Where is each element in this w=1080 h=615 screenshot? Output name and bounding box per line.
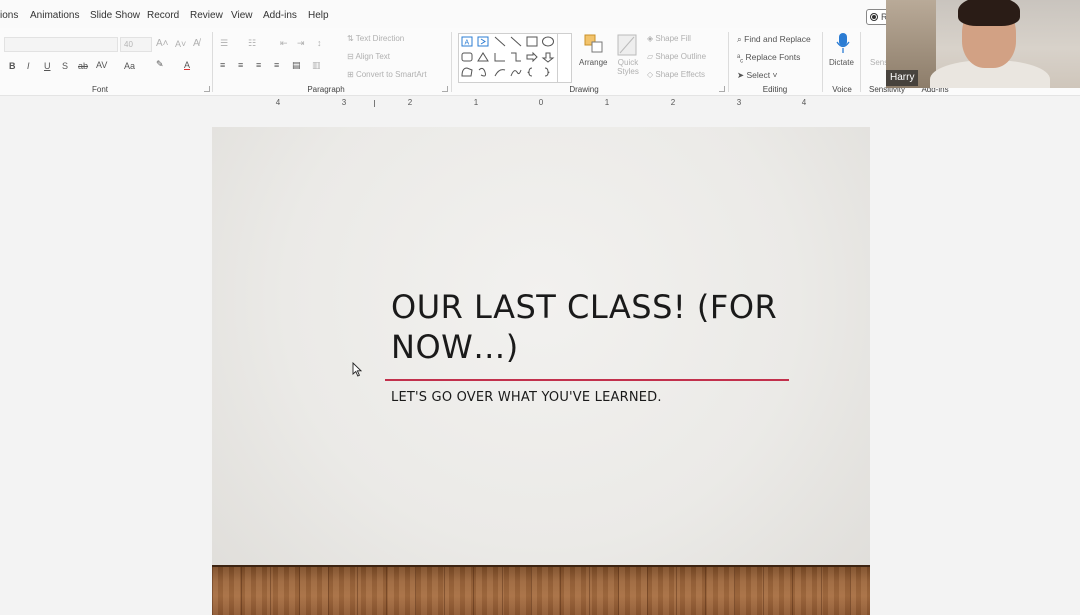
divider bbox=[212, 32, 213, 92]
numbering-icon[interactable]: ☷ bbox=[248, 38, 256, 49]
shape-effects-label: Shape Effects bbox=[655, 70, 706, 79]
arrange-icon[interactable] bbox=[584, 34, 604, 56]
bold-button[interactable]: B bbox=[9, 61, 16, 71]
align-right-icon[interactable]: ≡ bbox=[256, 60, 261, 70]
distributed-icon[interactable]: ▤ bbox=[292, 60, 301, 71]
quick-styles-icon[interactable] bbox=[617, 34, 637, 56]
underline-button[interactable]: U bbox=[44, 61, 51, 71]
find-replace-label: Find and Replace bbox=[744, 34, 811, 44]
dictate-button[interactable]: Dictate bbox=[829, 58, 854, 67]
paragraph-dialog-launcher[interactable] bbox=[442, 86, 448, 92]
select-label: Select bbox=[746, 70, 771, 80]
ruler-number: 1 bbox=[604, 98, 610, 107]
italic-button[interactable]: I bbox=[27, 61, 30, 71]
shape-fill-label: Shape Fill bbox=[655, 34, 691, 43]
justify-icon[interactable]: ≡ bbox=[274, 60, 279, 70]
find-replace-button[interactable]: ⌕ Find and Replace bbox=[737, 34, 811, 45]
text-direction-button[interactable]: ⇅ Text Direction bbox=[347, 34, 404, 43]
font-name-box[interactable] bbox=[4, 37, 118, 52]
ruler-number: 3 bbox=[341, 98, 347, 107]
ruler-number: 0 bbox=[538, 98, 544, 107]
font-color-button[interactable]: A bbox=[184, 60, 190, 70]
replace-fonts-label: Replace Fonts bbox=[745, 52, 801, 62]
align-left-icon[interactable]: ≡ bbox=[220, 60, 225, 70]
text-shadow-button[interactable]: S bbox=[62, 61, 68, 71]
decrease-indent-icon[interactable]: ⇤ bbox=[280, 38, 288, 49]
tab-record[interactable]: Record bbox=[147, 10, 179, 21]
align-text-label: Align Text bbox=[355, 52, 391, 61]
font-dialog-launcher[interactable] bbox=[204, 86, 210, 92]
slide-title[interactable]: OUR LAST CLASS! (FOR NOW…) bbox=[391, 287, 811, 367]
strikethrough-icon[interactable]: ab bbox=[78, 61, 88, 71]
ruler-number: 3 bbox=[736, 98, 742, 107]
tab-add-ins[interactable]: Add-ins bbox=[263, 10, 297, 21]
shapes-gallery-icons: A bbox=[461, 36, 555, 77]
tab-transitions[interactable]: ions bbox=[0, 10, 18, 21]
divider bbox=[822, 32, 823, 92]
shape-outline-label: Shape Outline bbox=[655, 52, 707, 61]
divider bbox=[860, 32, 861, 92]
title-underline bbox=[385, 379, 789, 381]
microphone-icon[interactable] bbox=[836, 32, 850, 54]
quick-styles-button[interactable]: Quick Styles bbox=[613, 58, 643, 76]
divider bbox=[728, 32, 729, 92]
ruler-number: 1 bbox=[473, 98, 479, 107]
font-group-label: Font bbox=[91, 85, 109, 94]
wood-floor-image bbox=[212, 565, 870, 615]
tab-review[interactable]: Review bbox=[190, 10, 223, 21]
drawing-dialog-launcher[interactable] bbox=[719, 86, 725, 92]
shape-outline-button[interactable]: ▱ Shape Outline bbox=[647, 52, 706, 61]
indent-marker[interactable] bbox=[374, 100, 375, 107]
increase-indent-icon[interactable]: ⇥ bbox=[297, 38, 305, 49]
slide-canvas[interactable]: OUR LAST CLASS! (FOR NOW…) LET'S GO OVER… bbox=[212, 127, 870, 615]
align-center-icon[interactable]: ≡ bbox=[238, 60, 243, 70]
ruler-number: 4 bbox=[801, 98, 807, 107]
highlight-icon[interactable]: ✎ bbox=[156, 59, 164, 70]
align-text-button[interactable]: ⊟ Align Text bbox=[347, 52, 390, 61]
ruler-number: 4 bbox=[275, 98, 281, 107]
drawing-group-label: Drawing bbox=[569, 85, 599, 94]
tab-help[interactable]: Help bbox=[308, 10, 329, 21]
clear-formatting-icon[interactable]: A̸ bbox=[193, 38, 200, 49]
editing-group-label: Editing bbox=[762, 85, 788, 94]
gallery-scroll-icon[interactable] bbox=[557, 34, 571, 82]
bullets-icon[interactable]: ☰ bbox=[220, 38, 228, 49]
ruler-number: 2 bbox=[670, 98, 676, 107]
tab-slide-show[interactable]: Slide Show bbox=[90, 10, 140, 21]
select-button[interactable]: ➤ Select ˅ bbox=[737, 70, 777, 81]
character-spacing-button[interactable]: AV bbox=[96, 60, 107, 70]
grow-font-icon[interactable]: A˄ bbox=[156, 38, 169, 49]
arrange-button[interactable]: Arrange bbox=[579, 58, 607, 67]
replace-fonts-button[interactable]: ᵃc Replace Fonts bbox=[737, 52, 800, 65]
tab-animations[interactable]: Animations bbox=[30, 10, 79, 21]
voice-group-label: Voice bbox=[832, 85, 852, 94]
shrink-font-icon[interactable]: A˅ bbox=[175, 39, 186, 49]
convert-smartart-label: Convert to SmartArt bbox=[355, 70, 427, 79]
shape-effects-button[interactable]: ◇ Shape Effects bbox=[647, 70, 705, 79]
participant-name-label: Harry bbox=[886, 70, 919, 86]
font-size-box[interactable]: 40 bbox=[120, 37, 152, 52]
convert-smartart-button[interactable]: ⊞ Convert to SmartArt bbox=[347, 70, 427, 79]
webcam-person-hair bbox=[958, 0, 1020, 26]
columns-icon[interactable]: ▥ bbox=[312, 60, 321, 71]
ruler-number: 2 bbox=[407, 98, 413, 107]
change-case-button[interactable]: Aa bbox=[124, 61, 135, 71]
text-direction-label: Text Direction bbox=[355, 34, 405, 43]
paragraph-group-label: Paragraph bbox=[307, 85, 345, 94]
line-spacing-icon[interactable]: ↕ bbox=[317, 38, 322, 48]
shapes-gallery[interactable]: A bbox=[458, 33, 572, 83]
mouse-cursor-icon bbox=[352, 361, 363, 382]
svg-text:A: A bbox=[465, 40, 470, 47]
tab-view[interactable]: View bbox=[231, 10, 253, 21]
horizontal-ruler: 4 3 2 1 0 1 2 3 4 bbox=[212, 98, 870, 108]
slide-subtitle[interactable]: LET'S GO OVER WHAT YOU'VE LEARNED. bbox=[391, 390, 662, 405]
shape-fill-button[interactable]: ◈ Shape Fill bbox=[647, 34, 691, 43]
divider bbox=[451, 32, 452, 92]
